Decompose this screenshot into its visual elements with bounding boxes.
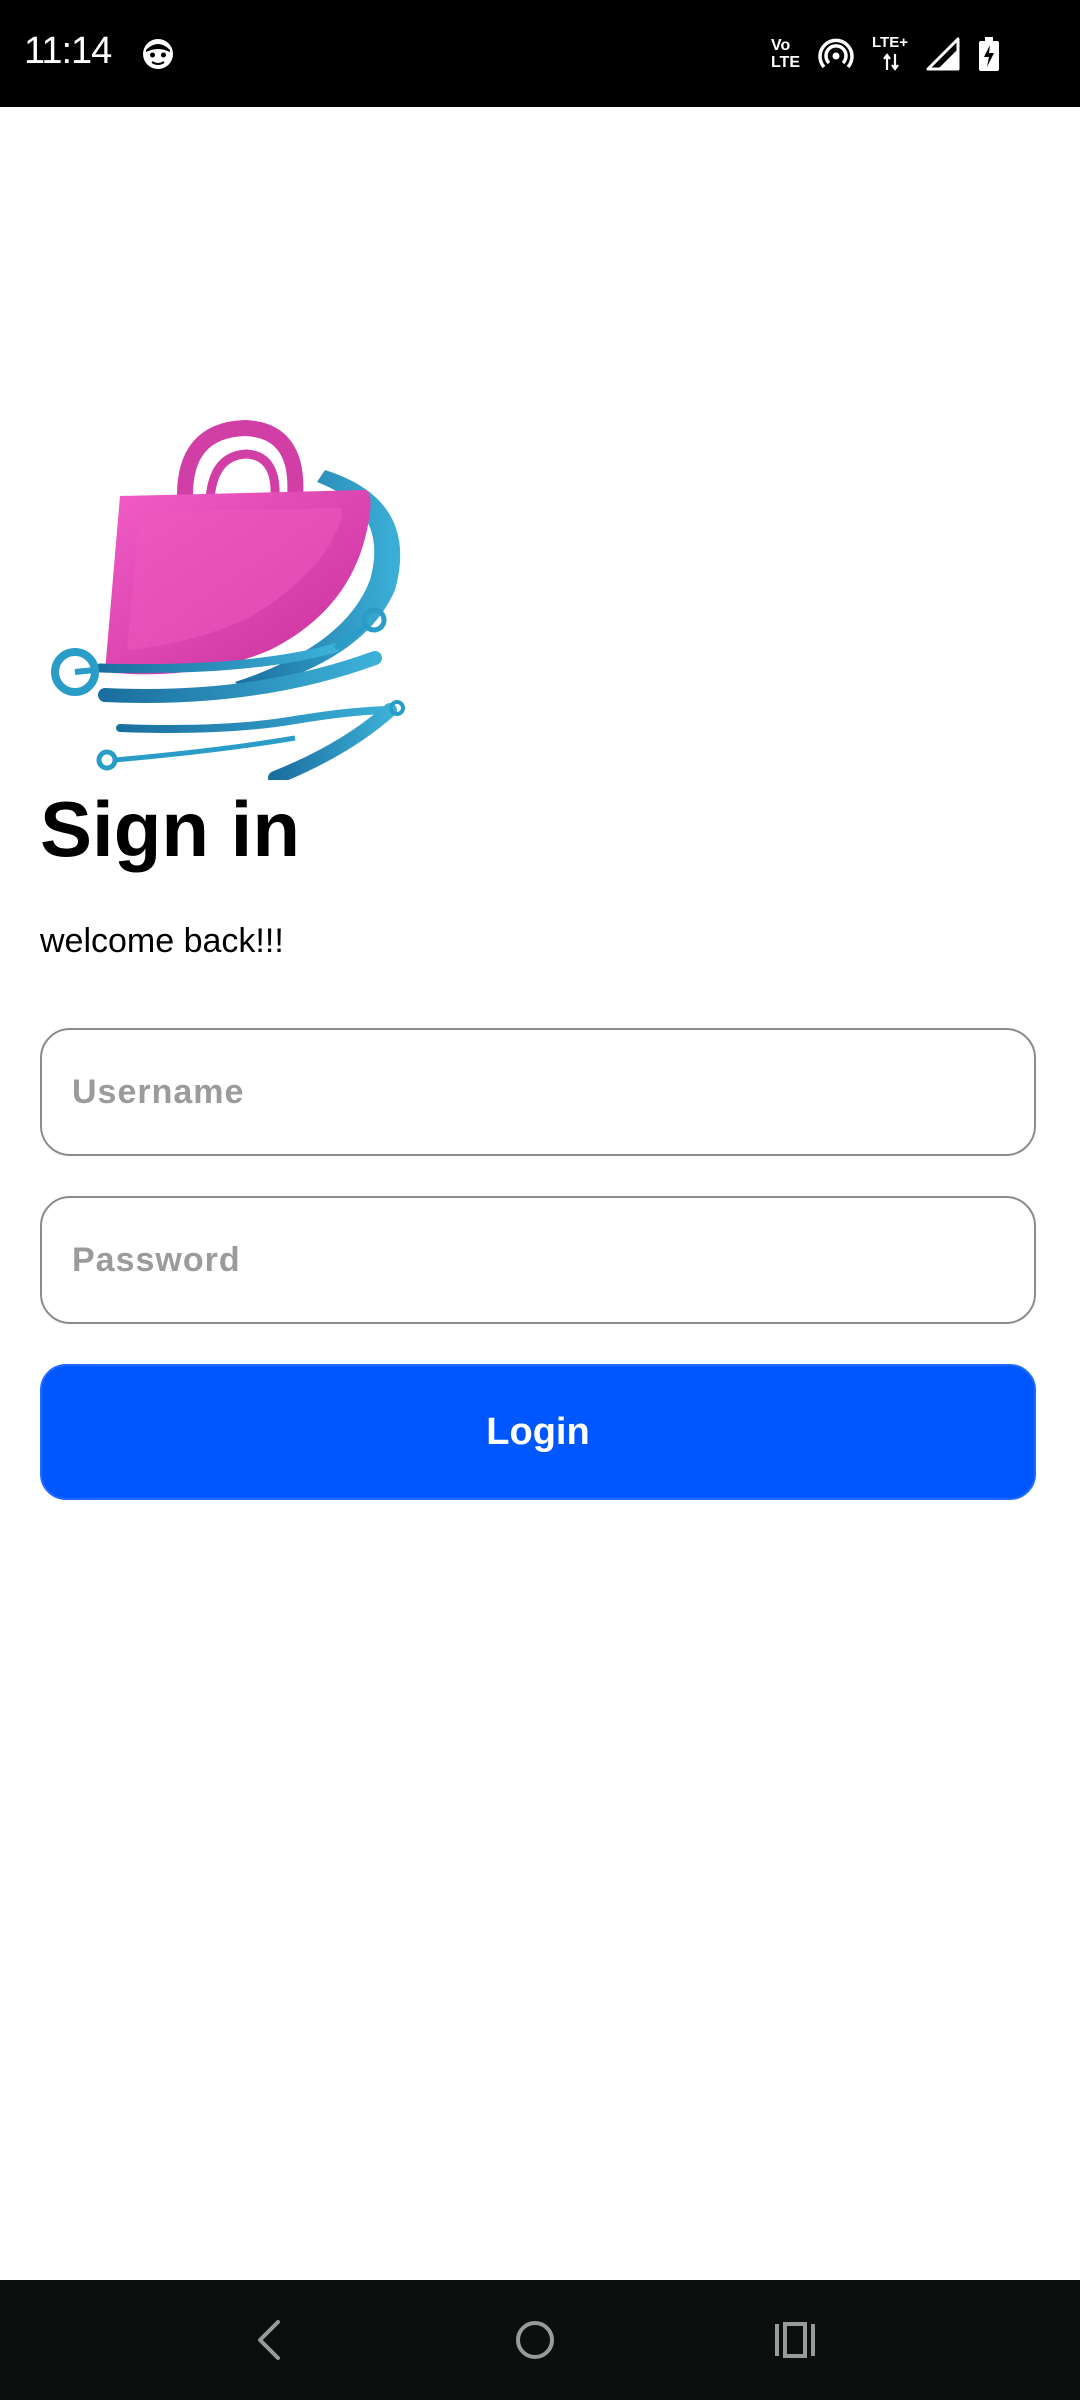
shopping-bag-logo [51, 420, 405, 780]
status-bar: 11:14 Vo LTE LTE+ [0, 0, 1080, 107]
signal-icon [926, 37, 960, 71]
volte-indicator: Vo LTE [771, 37, 800, 71]
nav-back-button[interactable] [230, 2300, 310, 2380]
lte-indicator: LTE+ [872, 34, 908, 74]
volte-line1: Vo [770, 37, 791, 54]
page-subtitle: welcome back!!! [40, 922, 284, 960]
volte-line2: LTE [770, 54, 800, 71]
data-arrows-icon [883, 53, 899, 71]
back-icon [258, 2320, 280, 2360]
password-field[interactable] [40, 1196, 1036, 1324]
nav-recents-button[interactable] [755, 2300, 835, 2380]
face-icon [143, 39, 173, 69]
hotspot-icon [818, 38, 854, 69]
recents-icon [775, 2322, 815, 2358]
lte-label: LTE+ [872, 34, 908, 51]
nav-home-button[interactable] [495, 2300, 575, 2380]
battery-charging-icon [979, 37, 999, 71]
login-button[interactable]: Login [40, 1364, 1036, 1500]
navigation-bar [0, 2280, 1080, 2400]
status-icons: Vo LTE LTE+ [771, 28, 1000, 80]
home-icon [516, 2321, 554, 2359]
status-time: 11:14 [24, 30, 112, 72]
page-title: Sign in [40, 785, 300, 873]
username-field[interactable] [40, 1028, 1036, 1156]
login-screen: 11:14 Vo LTE LTE+ Sign in welcome back!!… [0, 0, 1080, 2400]
